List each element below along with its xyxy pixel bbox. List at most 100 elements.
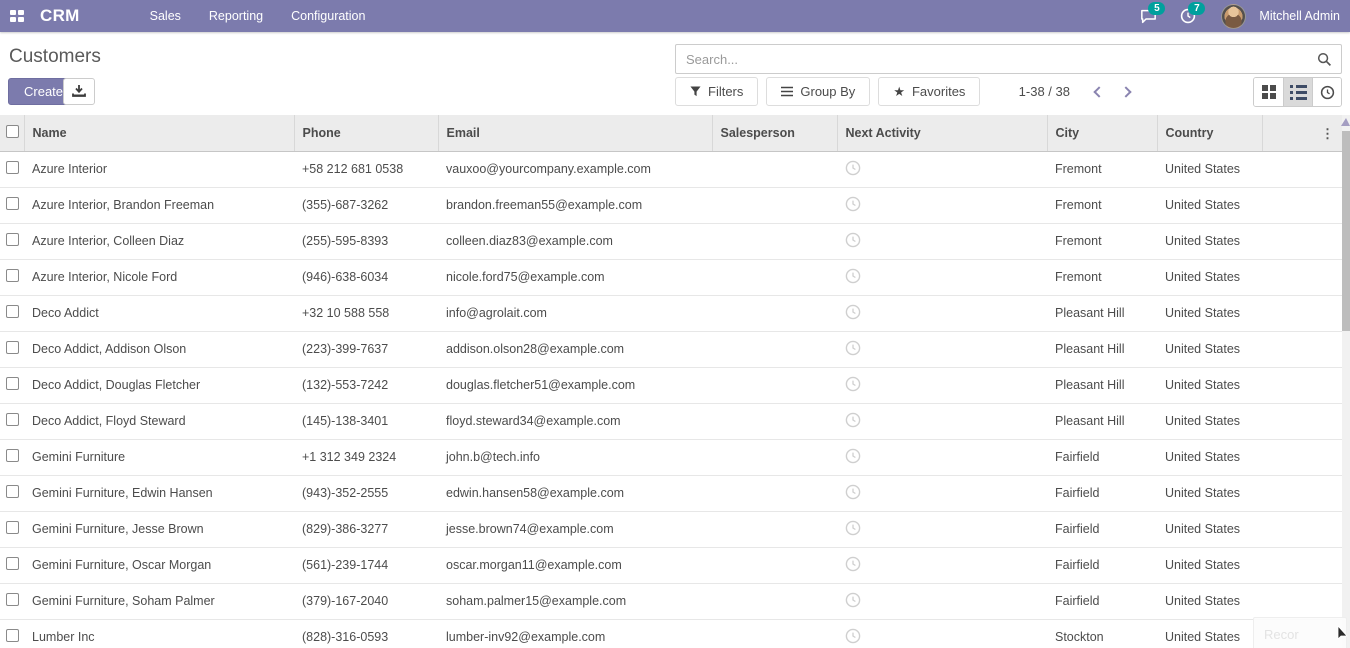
- row-email[interactable]: colleen.diaz83@example.com: [438, 223, 712, 259]
- row-email[interactable]: addison.olson28@example.com: [438, 331, 712, 367]
- row-email[interactable]: brandon.freeman55@example.com: [438, 187, 712, 223]
- row-checkbox[interactable]: [6, 413, 19, 426]
- table-row[interactable]: Azure Interior, Brandon Freeman(355)-687…: [0, 187, 1342, 223]
- row-country[interactable]: United States: [1157, 547, 1262, 583]
- row-city[interactable]: Fairfield: [1047, 511, 1157, 547]
- row-next-activity[interactable]: [837, 367, 1047, 403]
- kanban-view-button[interactable]: [1254, 78, 1283, 106]
- row-next-activity[interactable]: [837, 583, 1047, 619]
- row-salesperson[interactable]: [712, 151, 837, 187]
- row-phone[interactable]: (145)-138-3401: [294, 403, 438, 439]
- row-country[interactable]: United States: [1157, 619, 1262, 648]
- row-country[interactable]: United States: [1157, 403, 1262, 439]
- row-country[interactable]: United States: [1157, 439, 1262, 475]
- row-name[interactable]: Lumber Inc: [24, 619, 294, 648]
- column-header-phone[interactable]: Phone: [294, 115, 438, 151]
- table-row[interactable]: Azure Interior+58 212 681 0538vauxoo@you…: [0, 151, 1342, 187]
- row-next-activity[interactable]: [837, 547, 1047, 583]
- row-salesperson[interactable]: [712, 223, 837, 259]
- row-email[interactable]: vauxoo@yourcompany.example.com: [438, 151, 712, 187]
- row-checkbox[interactable]: [6, 269, 19, 282]
- row-phone[interactable]: (943)-352-2555: [294, 475, 438, 511]
- list-view-button[interactable]: [1283, 78, 1312, 106]
- row-country[interactable]: United States: [1157, 223, 1262, 259]
- row-city[interactable]: Fairfield: [1047, 583, 1157, 619]
- row-city[interactable]: Pleasant Hill: [1047, 367, 1157, 403]
- next-activity-clock-icon[interactable]: [845, 520, 861, 536]
- row-phone[interactable]: (379)-167-2040: [294, 583, 438, 619]
- table-row[interactable]: Gemini Furniture, Jesse Brown(829)-386-3…: [0, 511, 1342, 547]
- row-salesperson[interactable]: [712, 475, 837, 511]
- row-next-activity[interactable]: [837, 151, 1047, 187]
- row-salesperson[interactable]: [712, 583, 837, 619]
- search-input[interactable]: [676, 52, 1317, 67]
- optional-columns-toggle-icon[interactable]: ⋮: [1321, 129, 1334, 139]
- row-phone[interactable]: (223)-399-7637: [294, 331, 438, 367]
- apps-menu-button[interactable]: [0, 0, 34, 32]
- row-salesperson[interactable]: [712, 259, 837, 295]
- next-activity-clock-icon[interactable]: [845, 376, 861, 392]
- row-country[interactable]: United States: [1157, 259, 1262, 295]
- row-next-activity[interactable]: [837, 259, 1047, 295]
- row-name[interactable]: Gemini Furniture, Soham Palmer: [24, 583, 294, 619]
- row-phone[interactable]: (355)-687-3262: [294, 187, 438, 223]
- column-header-country[interactable]: Country: [1157, 115, 1262, 151]
- row-phone[interactable]: (946)-638-6034: [294, 259, 438, 295]
- row-salesperson[interactable]: [712, 403, 837, 439]
- row-city[interactable]: Fremont: [1047, 187, 1157, 223]
- row-salesperson[interactable]: [712, 187, 837, 223]
- row-checkbox[interactable]: [6, 521, 19, 534]
- app-title[interactable]: CRM: [40, 6, 80, 26]
- export-button[interactable]: [63, 78, 95, 105]
- row-salesperson[interactable]: [712, 295, 837, 331]
- row-checkbox[interactable]: [6, 305, 19, 318]
- next-activity-clock-icon[interactable]: [845, 484, 861, 500]
- next-activity-clock-icon[interactable]: [845, 448, 861, 464]
- row-checkbox[interactable]: [6, 485, 19, 498]
- column-header-name[interactable]: Name: [24, 115, 294, 151]
- row-next-activity[interactable]: [837, 331, 1047, 367]
- row-email[interactable]: edwin.hansen58@example.com: [438, 475, 712, 511]
- row-email[interactable]: soham.palmer15@example.com: [438, 583, 712, 619]
- next-activity-clock-icon[interactable]: [845, 304, 861, 320]
- row-country[interactable]: United States: [1157, 367, 1262, 403]
- row-salesperson[interactable]: [712, 547, 837, 583]
- row-city[interactable]: Fremont: [1047, 259, 1157, 295]
- user-avatar[interactable]: [1221, 4, 1246, 29]
- activity-view-button[interactable]: [1312, 78, 1341, 106]
- column-header-email[interactable]: Email: [438, 115, 712, 151]
- table-row[interactable]: Gemini Furniture, Soham Palmer(379)-167-…: [0, 583, 1342, 619]
- next-activity-clock-icon[interactable]: [845, 592, 861, 608]
- row-next-activity[interactable]: [837, 187, 1047, 223]
- row-checkbox[interactable]: [6, 449, 19, 462]
- pager-next-button[interactable]: [1114, 77, 1140, 106]
- top-menu-sales[interactable]: Sales: [138, 1, 193, 31]
- row-name[interactable]: Azure Interior, Colleen Diaz: [24, 223, 294, 259]
- row-email[interactable]: floyd.steward34@example.com: [438, 403, 712, 439]
- row-phone[interactable]: (828)-316-0593: [294, 619, 438, 648]
- next-activity-clock-icon[interactable]: [845, 232, 861, 248]
- table-row[interactable]: Deco Addict, Douglas Fletcher(132)-553-7…: [0, 367, 1342, 403]
- row-name[interactable]: Gemini Furniture, Oscar Morgan: [24, 547, 294, 583]
- scrollbar-thumb[interactable]: [1342, 131, 1350, 331]
- table-row[interactable]: Lumber Inc(828)-316-0593lumber-inv92@exa…: [0, 619, 1342, 648]
- row-email[interactable]: john.b@tech.info: [438, 439, 712, 475]
- row-name[interactable]: Gemini Furniture, Jesse Brown: [24, 511, 294, 547]
- row-salesperson[interactable]: [712, 511, 837, 547]
- row-country[interactable]: United States: [1157, 475, 1262, 511]
- search-icon[interactable]: [1317, 52, 1332, 67]
- row-next-activity[interactable]: [837, 223, 1047, 259]
- row-phone[interactable]: +32 10 588 558: [294, 295, 438, 331]
- row-checkbox[interactable]: [6, 629, 19, 642]
- row-next-activity[interactable]: [837, 511, 1047, 547]
- row-name[interactable]: Gemini Furniture, Edwin Hansen: [24, 475, 294, 511]
- top-menu-reporting[interactable]: Reporting: [197, 1, 275, 31]
- row-name[interactable]: Azure Interior, Nicole Ford: [24, 259, 294, 295]
- row-city[interactable]: Fremont: [1047, 151, 1157, 187]
- table-row[interactable]: Deco Addict, Floyd Steward(145)-138-3401…: [0, 403, 1342, 439]
- row-email[interactable]: oscar.morgan11@example.com: [438, 547, 712, 583]
- row-checkbox[interactable]: [6, 233, 19, 246]
- row-name[interactable]: Deco Addict, Addison Olson: [24, 331, 294, 367]
- filters-button[interactable]: Filters: [675, 77, 758, 106]
- row-phone[interactable]: +1 312 349 2324: [294, 439, 438, 475]
